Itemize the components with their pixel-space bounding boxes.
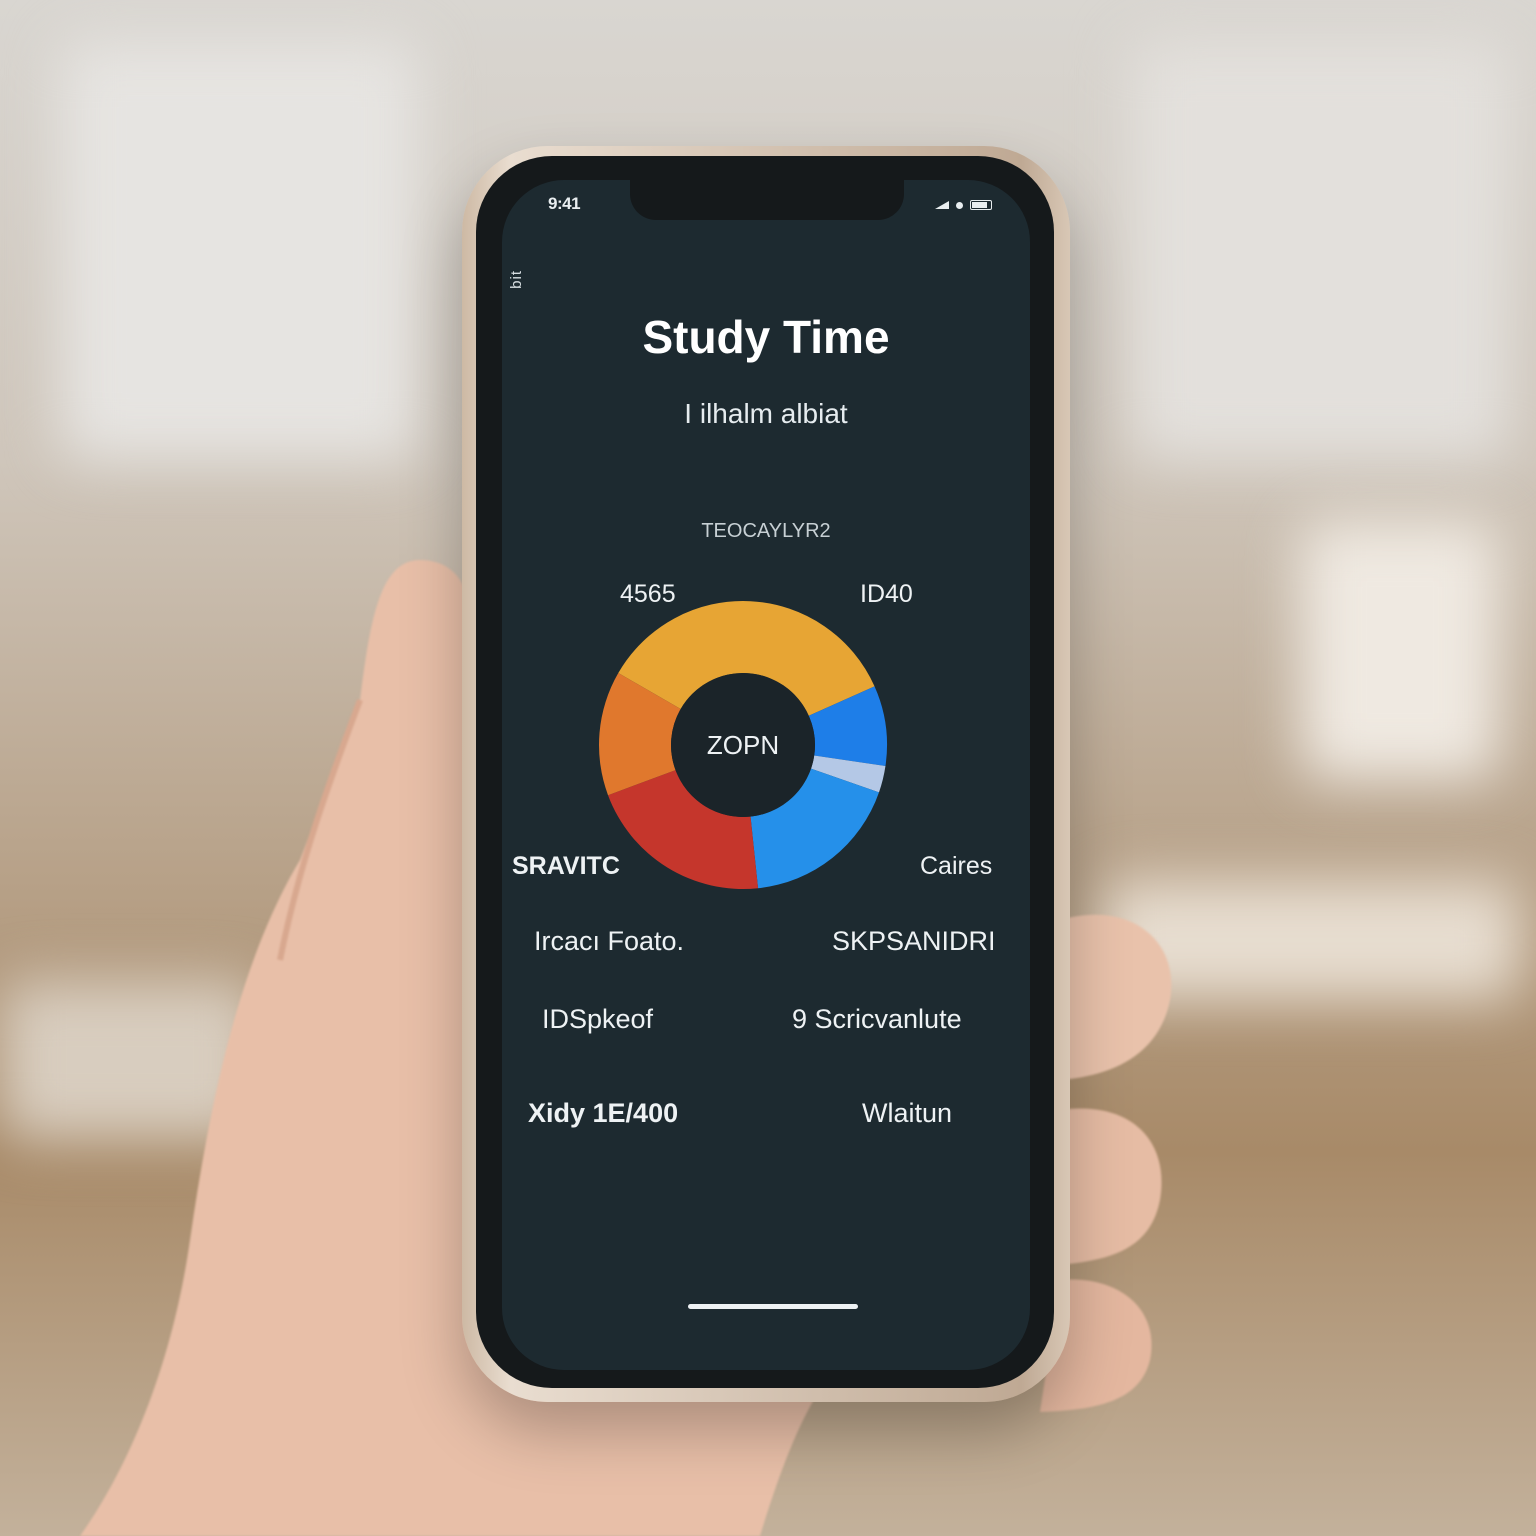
list-item-1-left[interactable]: Ircacı Foato.	[534, 926, 684, 957]
app-title: Study Time	[642, 311, 890, 363]
list-item-3-left[interactable]: Xidy 1E/400	[528, 1098, 678, 1129]
chart-label-right: Caires	[920, 852, 993, 880]
chart-label-left: SRAVITC	[512, 852, 620, 880]
list-item-1-right[interactable]: SKPSANIDRI	[832, 926, 996, 957]
phone-bezel: 9:41 bit Study Time I ilhalm albiat TEOC…	[476, 156, 1054, 1388]
list-item-2-right[interactable]: 9 Scricvanlute	[792, 1004, 962, 1035]
donut-center-label: ZOPN	[707, 730, 779, 760]
phone: 9:41 bit Study Time I ilhalm albiat TEOC…	[462, 146, 1070, 1402]
donut-chart[interactable]: ZOPN	[598, 600, 888, 890]
list-item-3-right[interactable]: Wlaitun	[862, 1098, 952, 1129]
home-indicator[interactable]	[688, 1304, 858, 1309]
signal-icon	[935, 201, 949, 209]
status-time: 9:41	[548, 194, 581, 213]
status-icons	[935, 200, 992, 210]
battery-icon	[970, 200, 992, 210]
chart-caption: TEOCAYLYR2	[701, 520, 831, 542]
app-subtitle: I ilhalm albiat	[684, 398, 848, 429]
notch	[630, 180, 904, 220]
list-item-2-left[interactable]: IDSpkeof	[542, 1004, 653, 1035]
side-label: bit	[508, 270, 525, 289]
phone-screen: 9:41 bit Study Time I ilhalm albiat TEOC…	[502, 180, 1030, 1370]
wifi-icon	[956, 201, 963, 209]
